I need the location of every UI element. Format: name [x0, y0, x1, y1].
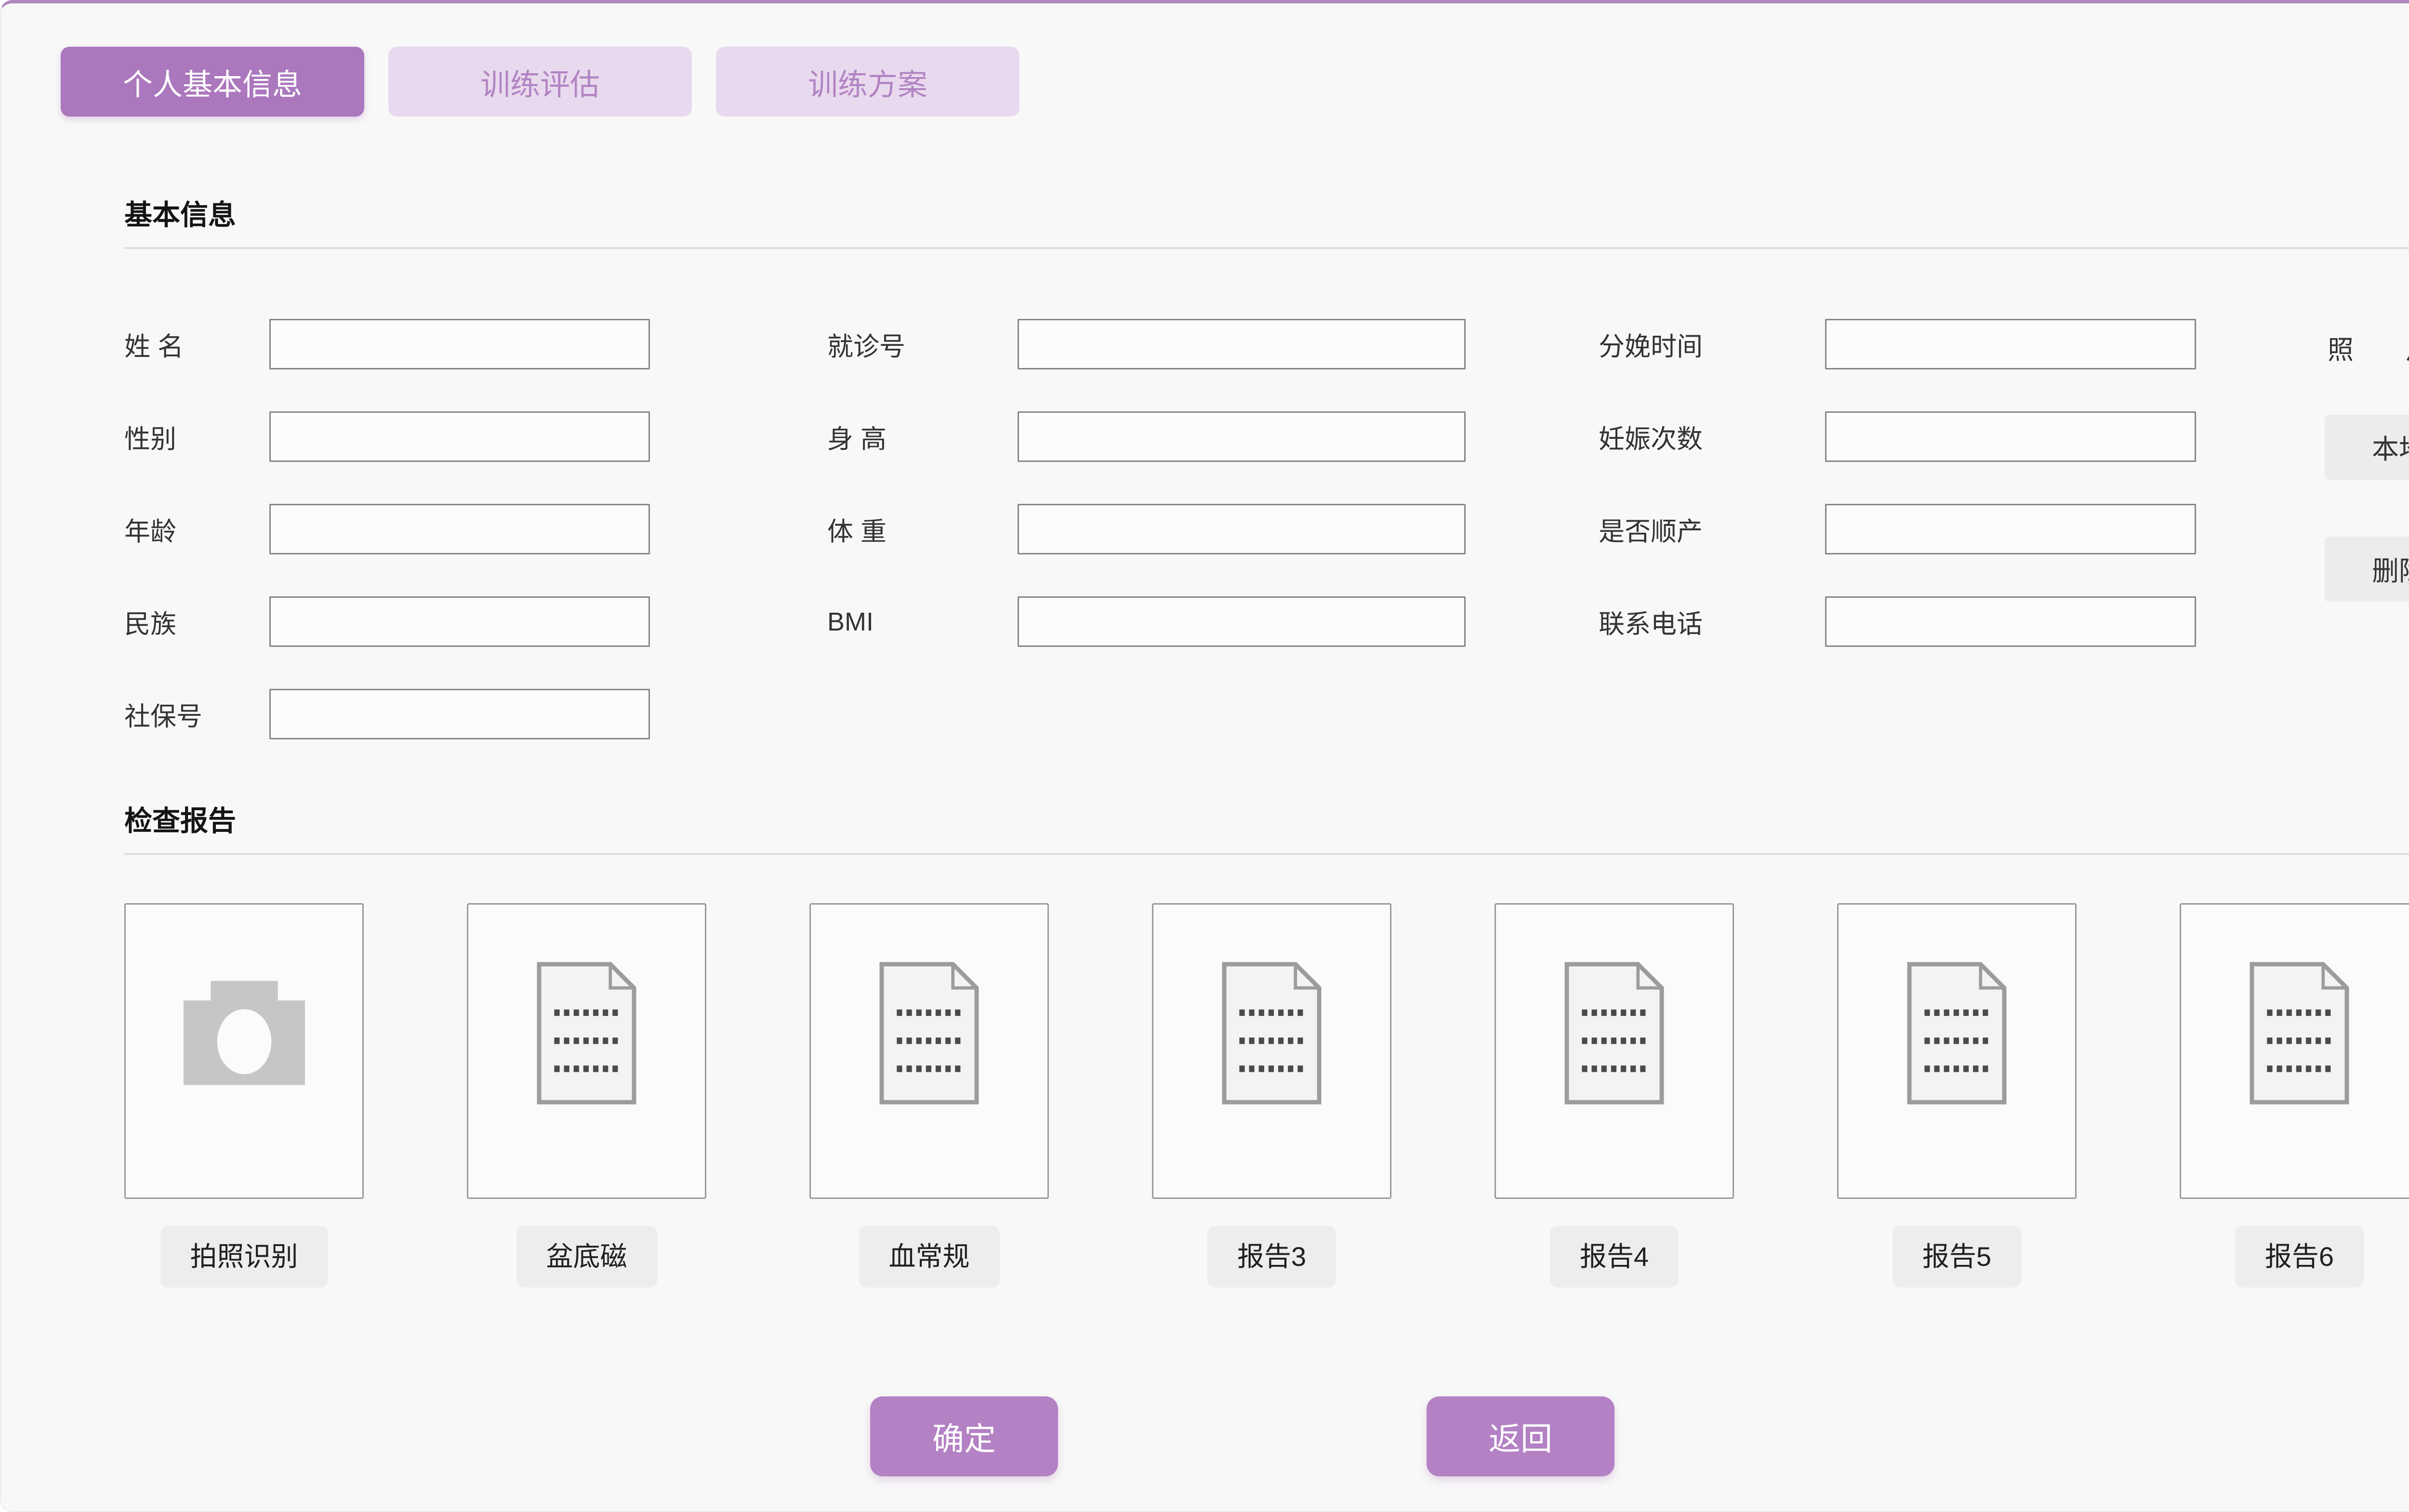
delivery-time-label: 分娩时间	[1599, 325, 1803, 363]
social-security-label: 社保号	[124, 695, 248, 733]
height-label: 身 高	[827, 418, 996, 456]
pregnancy-count-input[interactable]	[1825, 411, 2196, 462]
report-card[interactable]	[1495, 903, 1734, 1199]
action-bar: 确定 返回	[124, 1396, 2360, 1476]
tab-training-evaluation[interactable]: 训练评估	[388, 47, 692, 117]
report-card-label: 报告4	[1550, 1226, 1679, 1288]
report-card-label: 报告5	[1893, 1226, 2021, 1288]
document-icon	[1218, 961, 1326, 1108]
confirm-button[interactable]: 确定	[870, 1396, 1058, 1476]
photo-label: 照 片	[2328, 329, 2409, 367]
report-cell-photo-recognition: 拍照识别	[124, 903, 364, 1288]
report-cell-5: 报告5	[1837, 903, 2077, 1288]
report-card-label: 血常规	[859, 1226, 1000, 1288]
basic-info-form: 姓 名 性别 年龄 民族 社保号 就诊号 身 高 体 重 BMI	[124, 319, 2409, 739]
report-cell-4: 报告4	[1495, 903, 1734, 1288]
social-security-input[interactable]	[269, 689, 650, 739]
tab-training-plan[interactable]: 训练方案	[716, 47, 1019, 117]
report-card[interactable]	[1837, 903, 2077, 1199]
report-cell-3: 报告3	[1152, 903, 1391, 1288]
report-card[interactable]	[2180, 903, 2409, 1199]
basic-info-section-title: 基本信息	[124, 192, 2409, 233]
document-icon	[1903, 961, 2011, 1108]
reports-section-title: 检查报告	[124, 798, 2409, 839]
form-column-3: 分娩时间 妊娠次数 是否顺产 联系电话	[1599, 319, 2196, 647]
document-icon	[2245, 961, 2354, 1108]
tab-bar: 个人基本信息 训练评估 训练方案	[61, 47, 2409, 117]
height-input[interactable]	[1018, 411, 1466, 462]
gender-label: 性别	[124, 418, 248, 456]
age-label: 年龄	[124, 510, 248, 548]
contact-phone-input[interactable]	[1825, 596, 2196, 647]
back-button[interactable]: 返回	[1427, 1396, 1615, 1476]
weight-input[interactable]	[1018, 504, 1466, 554]
bmi-label: BMI	[827, 607, 996, 637]
section-divider	[124, 247, 2409, 249]
visit-number-input[interactable]	[1018, 319, 1466, 369]
name-input[interactable]	[269, 319, 650, 369]
delete-photo-button[interactable]: 删除照片	[2325, 537, 2409, 602]
report-card-label: 报告6	[2235, 1226, 2364, 1288]
report-cell-6: 报告6	[2180, 903, 2409, 1288]
report-card[interactable]	[809, 903, 1049, 1199]
section-divider	[124, 853, 2409, 855]
report-card[interactable]	[1152, 903, 1391, 1199]
pregnancy-count-label: 妊娠次数	[1599, 418, 1803, 456]
report-card-label: 盆底磁	[516, 1226, 657, 1288]
delivery-time-input[interactable]	[1825, 319, 2196, 369]
name-label: 姓 名	[124, 325, 248, 363]
tab-personal-basic-info[interactable]: 个人基本信息	[61, 47, 364, 117]
bmi-input[interactable]	[1018, 596, 1466, 647]
ethnicity-input[interactable]	[269, 596, 650, 647]
form-column-1: 姓 名 性别 年龄 民族 社保号	[124, 319, 650, 739]
report-card-row: 拍照识别 盆底磁	[124, 903, 2409, 1288]
document-icon	[875, 961, 983, 1108]
photo-recognition-card[interactable]	[124, 903, 364, 1199]
natural-birth-label: 是否顺产	[1599, 510, 1803, 548]
document-icon	[1560, 961, 1668, 1108]
age-input[interactable]	[269, 504, 650, 554]
report-card-label: 拍照识别	[160, 1226, 328, 1288]
natural-birth-input[interactable]	[1825, 504, 2196, 554]
report-cell-2: 血常规	[809, 903, 1049, 1288]
patient-info-page: 个人基本信息 训练评估 训练方案 基本信息 姓 名 性别 年龄 民族 社保号	[0, 0, 2409, 1512]
contact-phone-label: 联系电话	[1599, 603, 1803, 641]
weight-label: 体 重	[827, 510, 996, 548]
report-card-label: 报告3	[1207, 1226, 1336, 1288]
form-column-2: 就诊号 身 高 体 重 BMI	[827, 319, 1466, 647]
report-card[interactable]	[467, 903, 706, 1199]
gender-input[interactable]	[269, 411, 650, 462]
document-icon	[532, 961, 641, 1108]
camera-icon	[179, 976, 309, 1092]
local-upload-button[interactable]: 本地上传	[2325, 415, 2409, 480]
photo-panel: 照 片 本地上传 删除照片	[2325, 319, 2409, 658]
report-cell-1: 盆底磁	[467, 903, 706, 1288]
ethnicity-label: 民族	[124, 603, 248, 641]
visit-number-label: 就诊号	[827, 325, 996, 363]
